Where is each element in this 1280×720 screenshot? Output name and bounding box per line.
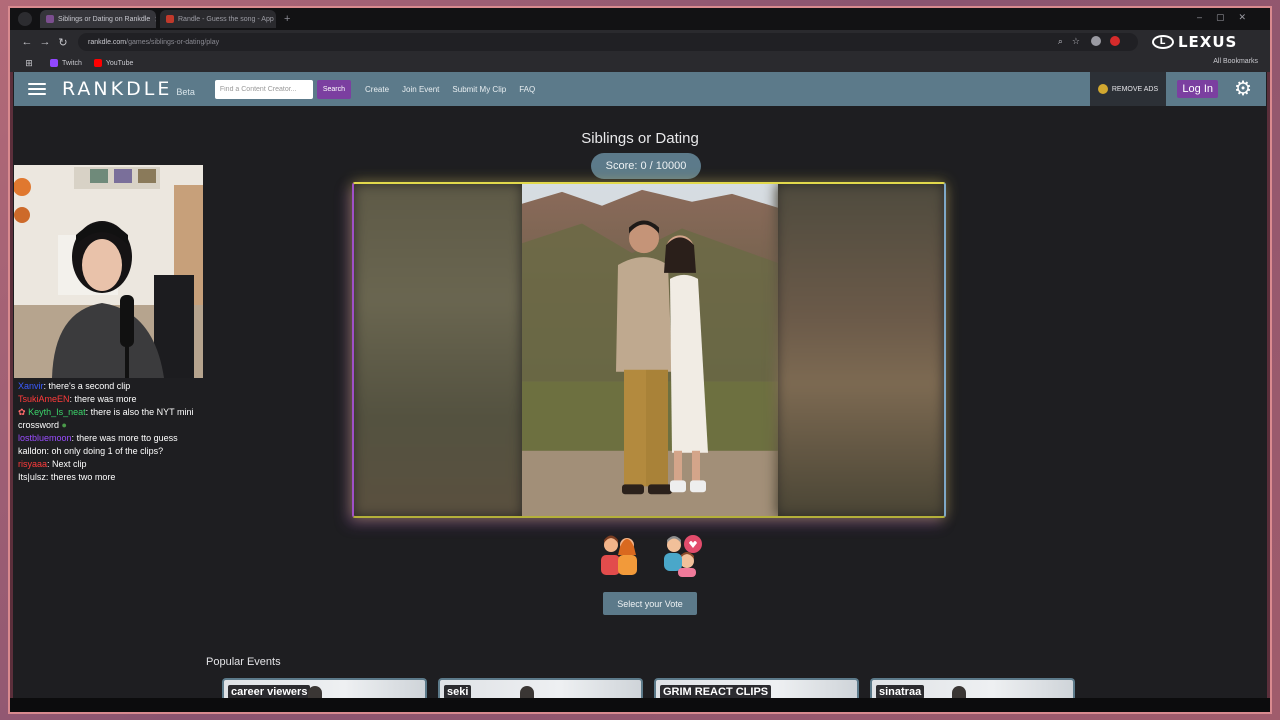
bottom-bar — [10, 698, 1270, 712]
chat-text: theres two more — [50, 472, 116, 482]
event-card-label: sinatraa — [876, 685, 925, 699]
popular-events-heading: Popular Events — [206, 656, 281, 668]
chat-username: TsukiAmeEN — [18, 394, 70, 404]
extension-icon[interactable] — [1091, 36, 1101, 46]
blurred-side-right — [776, 184, 944, 516]
url-path: /games/siblings-or-dating/play — [126, 38, 220, 46]
rankdle-navbar: RANKDLE Beta Search Create Join Event Su… — [14, 72, 1266, 106]
search-button[interactable]: Search — [316, 79, 352, 99]
chat-message: lostbluemoon: there was more tto guess — [18, 433, 178, 443]
lexus-emblem-icon: L — [1152, 35, 1174, 49]
chat-username: Xanvir — [18, 381, 44, 391]
window-menu-icon[interactable] — [18, 12, 32, 26]
couple-photo — [522, 184, 778, 516]
all-bookmarks[interactable]: All Bookmarks — [1213, 58, 1258, 65]
chat-text: there was more — [74, 394, 137, 404]
vote-options — [596, 531, 706, 577]
tab-randle[interactable]: Randle - Guess the song - App ✕ — [160, 10, 276, 28]
rankdle-logo[interactable]: RANKDLE — [62, 78, 172, 100]
address-row: ← → ↻ rankdle.com/games/siblings-or-dati… — [10, 30, 1270, 54]
chat-text: Next clip — [52, 459, 87, 469]
rankdle-favicon-icon — [46, 15, 54, 23]
chat-message: risyaaa: Next clip — [18, 459, 87, 469]
bookmark-star-icon[interactable]: ☆ — [1072, 36, 1080, 47]
page-title: Siblings or Dating — [581, 130, 699, 147]
browser-tab-bar: Siblings or Dating on Rankdle ✕ Randle -… — [10, 8, 1270, 30]
streamer-webcam — [14, 165, 203, 378]
login-button[interactable]: Log In — [1177, 80, 1218, 98]
dating-icon[interactable] — [660, 531, 706, 577]
emote-icon: ● — [61, 420, 67, 430]
event-card-label: seki — [444, 685, 472, 699]
chat-text: there was more tto guess — [76, 433, 178, 443]
chat-username: lostbluemoon — [18, 433, 72, 443]
siblings-icon[interactable] — [596, 531, 642, 577]
apps-grid-icon[interactable]: ⊞ — [20, 58, 38, 69]
chat-username: risyaaa — [18, 459, 48, 469]
chat-text: oh only doing 1 of the clips? — [51, 446, 164, 456]
zoom-icon[interactable]: ⌕ — [1058, 36, 1063, 47]
chat-overlay: Xanvir: there's a second clip TsukiAmeEN… — [18, 380, 208, 484]
crown-icon — [1097, 84, 1108, 94]
lexus-logo: L LEXUS — [1152, 32, 1262, 52]
nav-link-create[interactable]: Create — [365, 85, 389, 94]
lexus-wordmark: LEXUS — [1178, 33, 1238, 51]
forward-icon[interactable]: → — [36, 36, 54, 48]
badge-icon: ✿ — [18, 407, 26, 417]
hamburger-menu-icon[interactable] — [28, 83, 46, 95]
chat-username: Its|ulsz — [18, 472, 46, 482]
chat-message: ✿ Keyth_Is_neat: there is also the NYT m… — [18, 407, 194, 430]
window-controls[interactable]: –▢✕ — [1197, 12, 1260, 23]
bookmark-twitch[interactable]: Twitch — [50, 59, 82, 67]
reload-icon[interactable]: ↻ — [54, 36, 72, 49]
chat-message: Xanvir: there's a second clip — [18, 381, 131, 391]
twitch-icon — [50, 59, 58, 67]
extensions — [1091, 36, 1120, 46]
chat-message: TsukiAmeEN: there was more — [18, 394, 137, 404]
youtube-icon — [93, 59, 102, 67]
clip-player[interactable] — [352, 182, 946, 518]
chat-message: kalldon: oh only doing 1 of the clips? — [18, 446, 164, 456]
url-host: rankdle.com — [88, 38, 127, 46]
extension-icon[interactable] — [1110, 36, 1120, 46]
remove-ads-button[interactable]: REMOVE ADS — [1090, 72, 1166, 106]
tab-title: Siblings or Dating on Rankdle — [58, 15, 151, 23]
nav-link-join-event[interactable]: Join Event — [402, 85, 439, 94]
close-tab-icon[interactable]: ✕ — [154, 15, 156, 24]
bookmark-label: Twitch — [62, 59, 82, 67]
url-bar-actions: ⌕ ☆ — [1058, 36, 1080, 47]
url-bar[interactable]: rankdle.com/games/siblings-or-dating/pla… — [78, 33, 1138, 51]
gear-icon[interactable]: ⚙ — [1234, 78, 1252, 100]
stream-frame: Siblings or Dating on Rankdle ✕ Randle -… — [8, 6, 1272, 714]
nav-link-submit-clip[interactable]: Submit My Clip — [452, 85, 506, 94]
beta-label: Beta — [176, 87, 195, 97]
chat-message: Its|ulsz: theres two more — [18, 472, 116, 482]
tab-title: Randle - Guess the song - App — [178, 15, 274, 23]
back-icon[interactable]: ← — [18, 36, 36, 48]
nav-link-faq[interactable]: FAQ — [519, 85, 535, 94]
remove-ads-label: REMOVE ADS — [1111, 85, 1159, 93]
new-tab-icon[interactable]: + — [284, 13, 290, 25]
bookmark-label: YouTube — [105, 59, 134, 67]
score-badge: Score: 0 / 10000 — [591, 153, 701, 179]
chat-username: Keyth_Is_neat — [28, 407, 86, 417]
select-vote-button[interactable]: Select your Vote — [603, 592, 697, 615]
event-card-label: career viewers — [228, 685, 311, 699]
chat-text: there's a second clip — [48, 381, 131, 391]
chat-username: kalldon — [18, 446, 47, 456]
bookmarks-bar: ⊞ Twitch YouTube All Bookmarks — [10, 54, 1270, 72]
bookmark-youtube[interactable]: YouTube — [93, 59, 134, 67]
event-card-label: GRIM REACT CLIPS — [660, 685, 772, 699]
creator-search-input[interactable] — [214, 79, 313, 99]
tab-rankdle[interactable]: Siblings or Dating on Rankdle ✕ — [40, 10, 156, 28]
blurred-side-left — [354, 184, 522, 516]
randle-favicon-icon — [166, 15, 174, 23]
